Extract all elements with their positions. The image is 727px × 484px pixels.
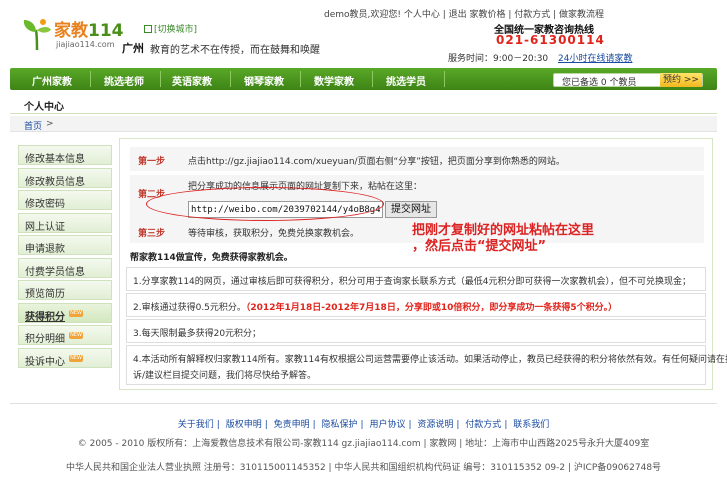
step-text: 等待审核，获取积分，免费兑换家教机会。: [188, 229, 360, 239]
sidebar-item-complaints[interactable]: 投诉中心 NEW: [18, 348, 112, 368]
sidebar-item-earn-points[interactable]: 获得积分 NEW: [18, 303, 112, 323]
nav-item-guangzhou[interactable]: 广州家教: [32, 73, 72, 88]
footer-link-payment[interactable]: 付款方式: [465, 420, 501, 430]
sidebar-item-edit-basic[interactable]: 修改基本信息: [18, 145, 112, 165]
city-switch-link[interactable]: [切换城市]: [144, 22, 197, 35]
nav-item-piano[interactable]: 钢琴家教: [244, 73, 284, 88]
switch-icon: [144, 25, 152, 33]
step-text: 点击http://gz.jiajiao114.com/xueyuan/页面右侧“…: [188, 157, 565, 167]
footer-links: 关于我们 | 版权申明 | 免责申明 | 隐私保护 | 用户协议 | 资源说明 | 付款方式…: [177, 420, 550, 430]
footer-link-resources[interactable]: 资源说明: [417, 420, 453, 430]
sidebar-item-resume-preview[interactable]: 预览简历: [18, 280, 112, 300]
rule-item: 2.审核通过获得0.5元积分。（2012年1月18日-2012年7月18日，分享…: [126, 293, 706, 317]
new-badge: NEW: [69, 310, 83, 317]
step-1: 第一步 点击http://gz.jiajiao114.com/xueyuan/页…: [130, 147, 704, 171]
new-badge: NEW: [69, 355, 83, 362]
nav-divider: [90, 71, 91, 87]
sidebar-item-password[interactable]: 修改密码: [18, 190, 112, 210]
reserve-button[interactable]: 预约 >>: [660, 73, 702, 87]
highlight-ellipse: [146, 187, 384, 221]
sidebar-item-edit-teacher[interactable]: 修改教员信息: [18, 168, 112, 188]
breadcrumb-separator: >: [46, 119, 54, 129]
share-points-panel: 第一步 点击http://gz.jiajiao114.com/xueyuan/页…: [119, 138, 727, 390]
nav-item-english[interactable]: 英语家教: [172, 73, 212, 88]
step-label: 第一步: [138, 157, 166, 167]
footer-link-copyright[interactable]: 版权申明: [226, 420, 262, 430]
sidebar-item-refund[interactable]: 申请退款: [18, 235, 112, 255]
nav-divider: [300, 71, 301, 87]
site-logo[interactable]: 家教114 jiajiao114.com: [22, 14, 124, 54]
nav-item-students[interactable]: 挑选学员: [386, 73, 426, 88]
footer-link-contact[interactable]: 联系我们: [513, 420, 549, 430]
sidebar-item-certification[interactable]: 网上认证: [18, 213, 112, 233]
annotation-text: ，然后点击“提交网址”: [412, 239, 547, 254]
breadcrumb: 首页 >: [10, 116, 717, 132]
hotline-number: 021-61300114: [496, 33, 605, 47]
sidebar-item-points-detail[interactable]: 积分明细 NEW: [18, 325, 112, 345]
nav-divider: [444, 71, 445, 87]
divider: [10, 403, 717, 404]
sidebar-item-paid-students[interactable]: 付费学员信息: [18, 258, 112, 278]
top-links[interactable]: demo教员,欢迎您! 个人中心 | 退出 家教价格 | 付款方式 | 做家教流…: [324, 7, 604, 20]
service-time: 服务时间：9:00－20:30: [448, 54, 549, 64]
new-badge: NEW: [69, 332, 83, 339]
nav-item-teachers[interactable]: 挑选老师: [104, 73, 144, 88]
step-label: 第三步: [138, 229, 166, 239]
footer-link-agreement[interactable]: 用户协议: [369, 420, 405, 430]
current-city: 广州: [122, 42, 144, 55]
submit-url-button[interactable]: 提交网址: [385, 201, 437, 218]
nav-divider: [230, 71, 231, 87]
page-title: 个人中心: [24, 102, 64, 113]
footer-link-privacy[interactable]: 隐私保护: [322, 420, 358, 430]
breadcrumb-home-link[interactable]: 首页: [24, 119, 42, 132]
online-24h-link[interactable]: 24小时在线请家教: [558, 51, 632, 64]
rule-item: 4.本活动所有解释权归家教114所有。家教114有权根据公司运营需要停止该活动。…: [126, 345, 727, 385]
divider: [10, 113, 717, 114]
site-slogan: 教育的艺术不在传授，而在鼓舞和唤醒: [150, 45, 320, 56]
nav-item-math[interactable]: 数学家教: [314, 73, 354, 88]
nav-divider: [372, 71, 373, 87]
logo-brand: 家教114: [54, 21, 124, 41]
sprout-logo-icon: [23, 19, 51, 50]
copyright: © 2005 - 2010 版权所有：上海爱教信息技术有限公司-家教114 gz…: [77, 439, 650, 449]
rule-item: 3.每天限制最多获得20元积分；: [126, 319, 706, 343]
promo-title: 帮家教114做宣传，免费获得家教机会。: [130, 253, 293, 263]
nav-divider: [160, 71, 161, 87]
footer-link-about[interactable]: 关于我们: [178, 420, 214, 430]
footer-link-disclaimer[interactable]: 免责申明: [274, 420, 310, 430]
logo-domain: jiajiao114.com: [56, 40, 115, 49]
license-info: 中华人民共和国企业法人营业执照 注册号：310115001145352 | 中华…: [65, 463, 662, 473]
rule-item: 1.分享家教114的网页，通过审核后即可获得积分，积分可用于查询家长联系方式（最…: [126, 267, 706, 291]
